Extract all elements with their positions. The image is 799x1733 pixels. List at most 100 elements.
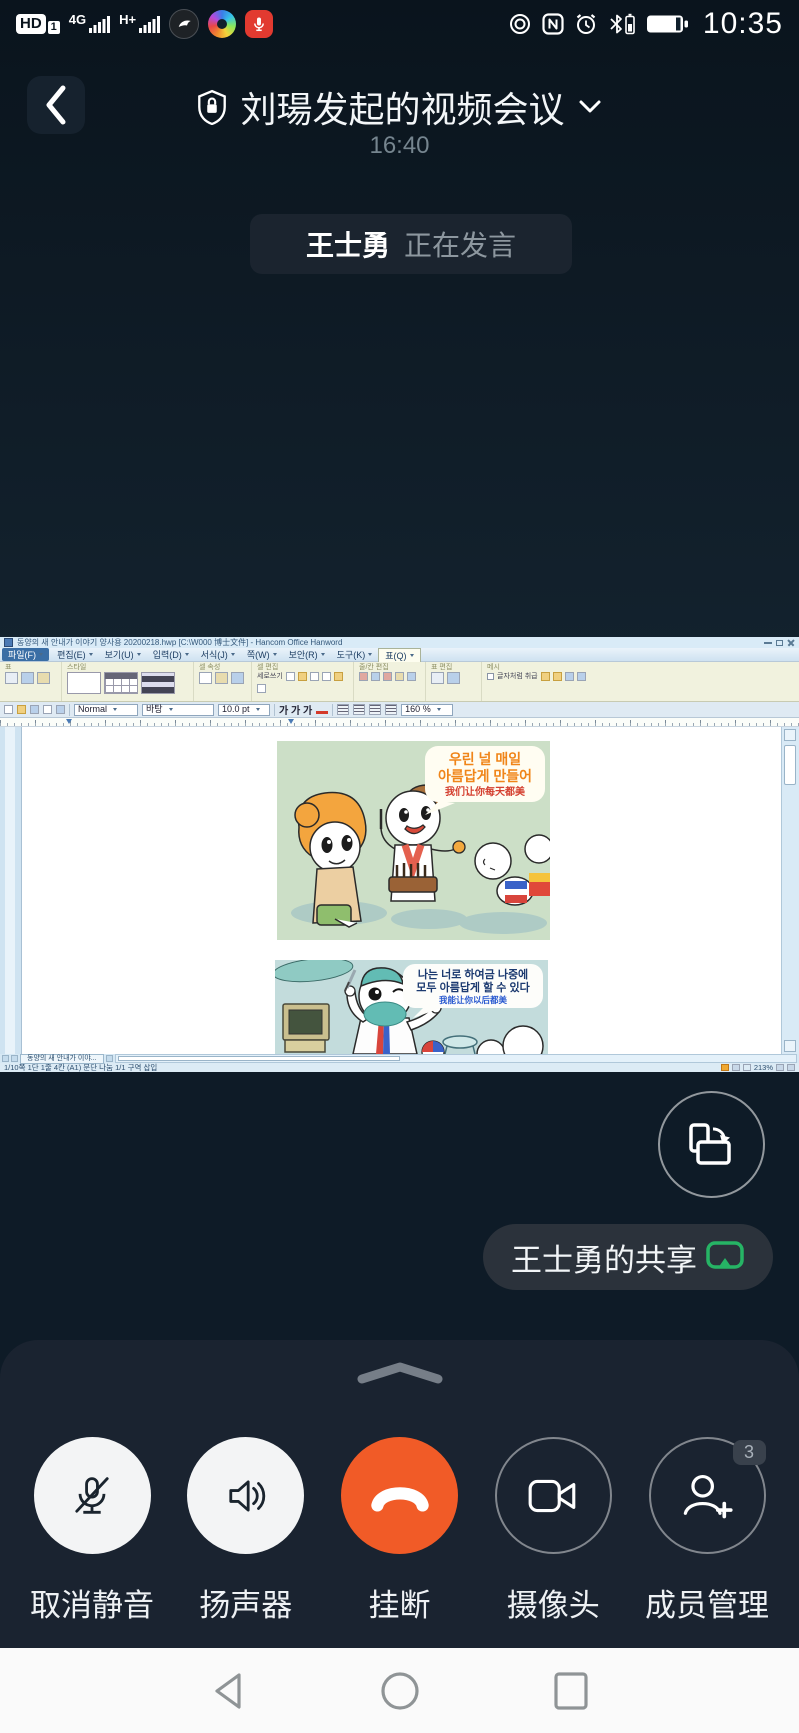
horizontal-scrollbar[interactable] xyxy=(115,1054,797,1063)
scrollbar-thumb[interactable] xyxy=(784,745,796,785)
cell-merge-icon[interactable] xyxy=(286,672,295,681)
char-like-checkbox[interactable] xyxy=(487,673,494,680)
net-4g-label: 4G xyxy=(69,14,86,26)
ribbon-group-cell-props: 셀 속성 xyxy=(194,662,252,701)
scroll-down-icon[interactable] xyxy=(784,1040,796,1052)
line-spacing-combo[interactable]: 160 % xyxy=(401,704,453,716)
row-height-icon[interactable] xyxy=(407,672,416,681)
font-color-icon[interactable] xyxy=(316,711,328,714)
tab-nav-prev-icon[interactable] xyxy=(11,1055,18,1062)
indent-marker-icon[interactable] xyxy=(288,719,294,724)
table-split-icon[interactable] xyxy=(447,672,460,684)
insert-col-icon[interactable] xyxy=(371,672,380,681)
cell-align-icon[interactable] xyxy=(322,672,331,681)
menu-file[interactable]: 파일(F) xyxy=(2,648,49,661)
screen-share-badge[interactable]: 王士勇的共享 xyxy=(483,1224,773,1290)
members-control: 3 成员管理 xyxy=(645,1437,769,1625)
nav-recents-button[interactable] xyxy=(531,1648,611,1733)
font-size-combo[interactable]: 10.0 pt xyxy=(218,704,270,716)
camera-control: 摄像头 xyxy=(491,1437,615,1625)
char-attr-buttons[interactable]: 가 가 가 xyxy=(279,702,312,717)
status-position-text: 1/10쪽 1단 1줄 4칸 (A1) 문단 나눔 1/1 구역 삽입 xyxy=(4,1062,157,1073)
zoom-in-icon[interactable] xyxy=(787,1064,795,1071)
menu-page[interactable]: 쪽(W) xyxy=(241,648,283,661)
indent-marker-icon[interactable] xyxy=(66,719,72,724)
zoom-tool-icon[interactable] xyxy=(743,1064,751,1071)
meeting-title-row[interactable]: 刘瑒发起的视频会议 xyxy=(0,84,799,130)
camera-button[interactable] xyxy=(495,1437,612,1554)
tab-nav-next-icon[interactable] xyxy=(106,1055,113,1062)
delete-row-icon[interactable] xyxy=(383,672,392,681)
menu-edit[interactable]: 편집(E) xyxy=(51,648,99,661)
hscroll-thumb[interactable] xyxy=(118,1056,400,1061)
collapse-handle[interactable] xyxy=(352,1362,448,1384)
font-combo[interactable]: 바탕 xyxy=(142,704,214,716)
wrap-icon[interactable] xyxy=(553,672,562,681)
align-left-icon[interactable] xyxy=(337,704,349,715)
menu-security[interactable]: 보안(R) xyxy=(283,648,331,661)
cell-line-icon[interactable] xyxy=(231,672,244,684)
cell-border-icon[interactable] xyxy=(199,672,212,684)
speaker-name: 王士勇 xyxy=(306,224,390,264)
nav-home-button[interactable] xyxy=(360,1648,440,1733)
insert-row-icon[interactable] xyxy=(359,672,368,681)
member-management-button[interactable]: 3 xyxy=(649,1437,766,1554)
align-justify-icon[interactable] xyxy=(385,704,397,715)
vertical-ruler xyxy=(0,727,22,1054)
speaker-button[interactable] xyxy=(187,1437,304,1554)
menu-view[interactable]: 보기(U) xyxy=(99,648,147,661)
wrap-icon[interactable] xyxy=(541,672,550,681)
open-icon[interactable] xyxy=(17,705,26,714)
nav-back-button[interactable] xyxy=(188,1648,268,1733)
rotate-screen-icon xyxy=(685,1120,739,1170)
vertical-scrollbar[interactable] xyxy=(781,727,799,1054)
cell-height-icon[interactable] xyxy=(334,672,343,681)
hanword-format-bar: Normal 바탕 10.0 pt 가 가 가 160 % xyxy=(0,702,799,718)
align-center-icon[interactable] xyxy=(353,704,365,715)
save-icon[interactable] xyxy=(30,705,39,714)
scroll-up-icon[interactable] xyxy=(784,729,796,741)
unmute-label: 取消静音 xyxy=(30,1580,154,1625)
menu-tools[interactable]: 도구(K) xyxy=(331,648,379,661)
bluetooth-battery-icon xyxy=(607,12,637,36)
menu-table[interactable]: 표(Q) xyxy=(378,648,420,662)
new-doc-icon[interactable] xyxy=(4,705,13,714)
wrap-icon[interactable] xyxy=(577,672,586,681)
draw-table-icon[interactable] xyxy=(37,672,50,684)
table-style-preview[interactable] xyxy=(67,672,101,694)
unmute-button[interactable] xyxy=(34,1437,151,1554)
control-buttons-row: 取消静音 扬声器 挂断 xyxy=(0,1437,799,1625)
delete-col-icon[interactable] xyxy=(395,672,404,681)
table-style-preview[interactable] xyxy=(141,672,175,694)
menu-format[interactable]: 서식(J) xyxy=(195,648,241,661)
table-style-preview[interactable] xyxy=(104,672,138,694)
align-right-icon[interactable] xyxy=(369,704,381,715)
ribbon-group-table: 표 xyxy=(0,662,62,701)
cell-shade-icon[interactable] xyxy=(215,672,228,684)
cell-split-icon[interactable] xyxy=(298,672,307,681)
undo-icon[interactable] xyxy=(56,705,65,714)
style-combo[interactable]: Normal xyxy=(74,704,138,716)
tab-nav-first-icon[interactable] xyxy=(2,1055,9,1062)
chart-icon[interactable] xyxy=(21,672,34,684)
menu-input[interactable]: 입력(D) xyxy=(147,648,195,661)
menu-caret-icon xyxy=(410,654,414,657)
status-zoom-controls: 213% xyxy=(721,1063,795,1072)
combo-caret-icon xyxy=(256,708,260,711)
combo-caret-icon xyxy=(169,708,173,711)
print-icon[interactable] xyxy=(43,705,52,714)
cell-width-icon[interactable] xyxy=(257,684,266,693)
wrap-icon[interactable] xyxy=(565,672,574,681)
cell-size-icon[interactable] xyxy=(310,672,319,681)
zoom-out-icon[interactable] xyxy=(776,1064,784,1071)
vertical-write-label[interactable]: 세로쓰기 xyxy=(257,673,283,681)
table-props-icon[interactable] xyxy=(431,672,444,684)
table-icon[interactable] xyxy=(5,672,18,684)
document-page[interactable]: 우린 널 매일 아름답게 만들어 我们让你每天都美 xyxy=(22,727,781,1054)
view-mode-icon[interactable] xyxy=(721,1064,729,1071)
shared-screen-window[interactable]: 동양의 새 안내가 이야기 양사용 20200218.hwp [C:\W000 … xyxy=(0,637,799,1072)
page-layout-icon[interactable] xyxy=(732,1064,740,1071)
ribbon-group-cell-edit: 셀 편집 세로쓰기 xyxy=(252,662,354,701)
hangup-button[interactable] xyxy=(341,1437,458,1554)
rotate-screen-button[interactable] xyxy=(658,1091,765,1198)
